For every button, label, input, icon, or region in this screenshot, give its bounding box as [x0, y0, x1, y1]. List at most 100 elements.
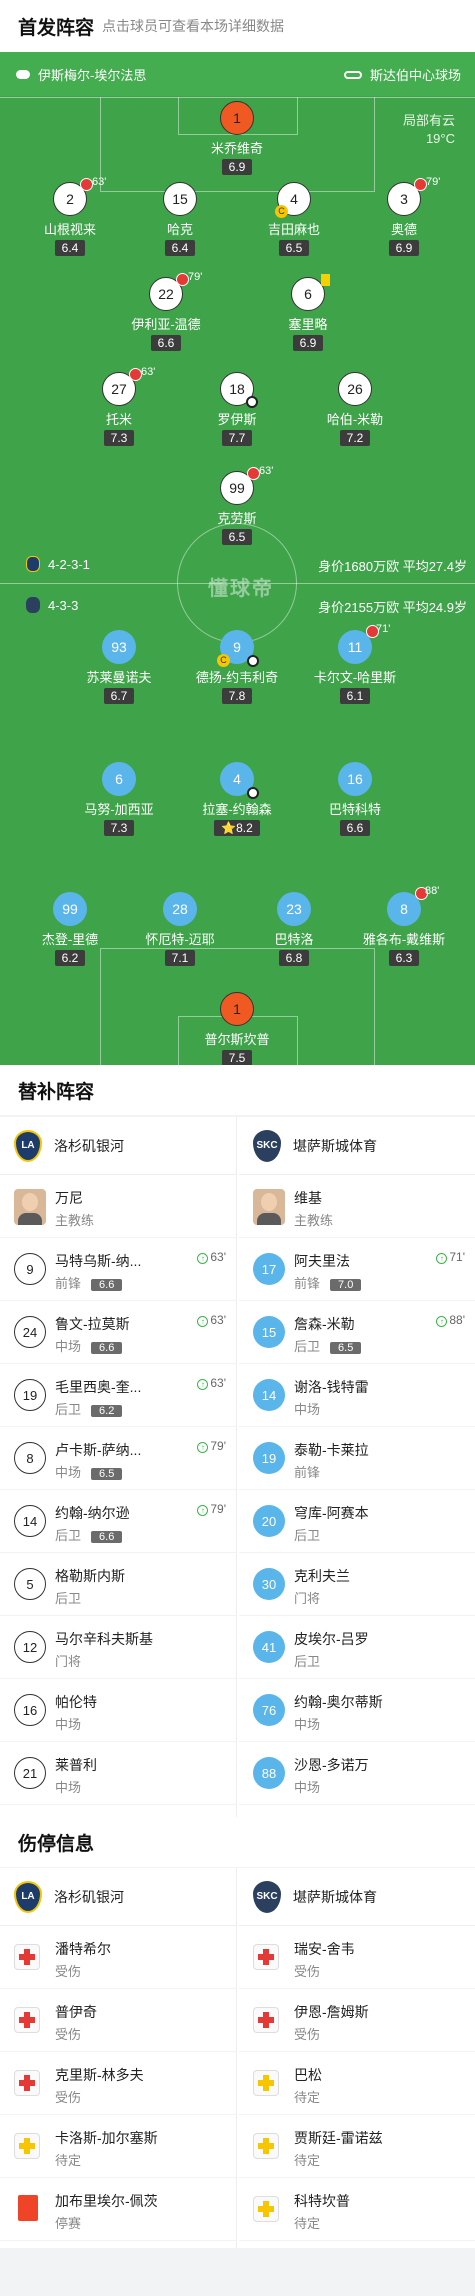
player-card[interactable]: 2 63' 山根视来 6.4 [15, 176, 125, 257]
pitch: 伊斯梅尔-埃尔法思 斯达伯中心球场 局部有云 19°C 4-2-3-1 身价168… [0, 52, 475, 1065]
player-card[interactable]: 4 C 吉田麻也 6.5 [239, 182, 349, 257]
goal-ball-icon [247, 655, 259, 667]
coach-row[interactable]: 万尼 主教练 [0, 1175, 236, 1238]
galaxy-crest-icon: LA [14, 1129, 42, 1162]
injury-row[interactable]: 普伊奇 受伤 [0, 1989, 236, 2052]
player-card[interactable]: 23 巴特洛 6.8 [239, 892, 349, 967]
sub-player-row[interactable]: 19 毛里西奥-奎... 后卫 6.2 ↑ 63' [0, 1364, 236, 1427]
player-card[interactable]: 22 79' 伊利亚-温德 6.6 [111, 271, 221, 352]
column-divider [236, 1868, 237, 2248]
sub-player-row[interactable]: 76 约翰-奥尔蒂斯 中场 [239, 1679, 475, 1742]
injury-row[interactable]: 巴松 待定 [239, 2052, 475, 2115]
galaxy-crest-icon [26, 556, 40, 572]
player-card[interactable]: 4 拉塞-约翰森 ⭐8.2 [182, 762, 292, 837]
subs-away-column: SKC 堪萨斯城体育 维基 主教练 17 阿夫里法 前锋 7.0 ↑ 71' 15 詹森-米勒 后卫 6… [239, 1117, 475, 1805]
injury-medkit-icon [253, 2007, 279, 2033]
sub-in-icon: ↑ [436, 1253, 448, 1264]
player-name: 伊恩-詹姆斯 [294, 2004, 369, 2020]
player-name: 科特坎普 [294, 2193, 350, 2209]
sub-player-row[interactable]: 9 马特乌斯-纳... 前锋 6.6 ↑ 63' [0, 1238, 236, 1301]
sub-player-row[interactable]: 88 沙恩-多诺万 中场 [239, 1742, 475, 1805]
injury-status: 待定 [294, 2090, 321, 2105]
injury-medkit-icon [14, 2007, 40, 2033]
sub-player-row[interactable]: 19 泰勒-卡莱拉 前锋 [239, 1427, 475, 1490]
sub-player-row[interactable]: 20 穹库-阿赛本 后卫 [239, 1490, 475, 1553]
player-card[interactable]: 1 米乔维奇 6.9 [182, 101, 292, 176]
player-name: 泰勒-卡莱拉 [294, 1442, 369, 1458]
player-name: 哈克 [166, 222, 193, 237]
sporting-crest-icon: SKC [253, 1129, 281, 1162]
injury-row[interactable]: 科特坎普 待定 [239, 2178, 475, 2241]
player-position: 后卫 [55, 1591, 82, 1606]
player-card[interactable]: 3 79' 奥德 6.9 [349, 176, 459, 257]
player-card[interactable]: 28 怀厄特-迈耶 7.1 [125, 892, 235, 967]
sub-player-row[interactable]: 5 格勒斯内斯 后卫 [0, 1553, 236, 1616]
shirt-number: 21 [14, 1757, 46, 1789]
sub-player-row[interactable]: 21 莱普利 中场 [0, 1742, 236, 1805]
player-name: 谢洛-钱特雷 [294, 1379, 369, 1395]
player-name: 瑞安-舍韦 [294, 1941, 355, 1957]
player-rating: 6.6 [339, 820, 371, 836]
home-formation-text: 4-2-3-1 [48, 556, 90, 572]
temperature: 19°C [425, 131, 455, 146]
player-rating: 6.2 [54, 950, 86, 966]
sub-player-row[interactable]: 12 马尔辛科夫斯基 门将 [0, 1616, 236, 1679]
player-card[interactable]: 16 巴特科特 6.6 [300, 762, 410, 837]
player-card[interactable]: 26 哈伯-米勒 7.2 [300, 372, 410, 447]
injury-row[interactable]: 克里斯-林多夫 受伤 [0, 2052, 236, 2115]
weather-info: 局部有云 19°C [403, 112, 455, 148]
player-rating: 6.7 [103, 688, 135, 704]
player-name: 克劳斯 [217, 511, 257, 526]
shirt-number: 76 [253, 1694, 285, 1726]
injury-status: 受伤 [55, 2090, 82, 2105]
player-rating: 6.5 [91, 1468, 123, 1480]
player-card[interactable]: 27 63' 托米 7.3 [64, 366, 174, 447]
injury-row[interactable]: 加布里埃尔-佩茨 停赛 [0, 2178, 236, 2241]
coach-avatar [14, 1189, 46, 1225]
injury-row[interactable]: 贾斯廷-雷诺兹 待定 [239, 2115, 475, 2178]
player-name: 奥德 [390, 222, 417, 237]
sub-player-row[interactable]: 30 克利夫兰 门将 [239, 1553, 475, 1616]
player-card[interactable]: 99 杰登-里德 6.2 [15, 892, 125, 967]
player-card[interactable]: 6 马努-加西亚 7.3 [64, 762, 174, 837]
injury-row[interactable]: 卡洛斯-加尔塞斯 待定 [0, 2115, 236, 2178]
player-position: 门将 [294, 1591, 321, 1606]
player-card[interactable]: 8 88' 雅各布-戴维斯 6.3 [349, 885, 459, 967]
sub-player-row[interactable]: 14 谢洛-钱特雷 中场 [239, 1364, 475, 1427]
shirt-number: 6 [291, 274, 330, 311]
shirt-number: 27 63' [102, 366, 155, 406]
coach-row[interactable]: 维基 主教练 [239, 1175, 475, 1238]
sub-player-row[interactable]: 24 鲁文-拉莫斯 中场 6.6 ↑ 63' [0, 1301, 236, 1364]
sub-player-row[interactable]: 16 帕伦特 中场 [0, 1679, 236, 1742]
player-card[interactable]: 11 71' 卡尔文-哈里斯 6.1 [300, 623, 410, 705]
player-rating: 6.3 [388, 950, 420, 966]
doubtful-medkit-icon [253, 2070, 279, 2096]
sub-player-row[interactable]: 8 卢卡斯-萨纳... 中场 6.5 ↑ 79' [0, 1427, 236, 1490]
stadium-name: 斯达伯中心球场 [369, 68, 461, 83]
sub-player-row[interactable]: 17 阿夫里法 前锋 7.0 ↑ 71' [239, 1238, 475, 1301]
shirt-number: 9 [14, 1253, 46, 1285]
injury-row[interactable]: 潘特希尔 受伤 [0, 1926, 236, 1989]
player-card[interactable]: 99 63' 克劳斯 6.5 [182, 465, 292, 546]
player-card[interactable]: 6 塞里略 6.9 [253, 274, 363, 352]
sub-player-row[interactable]: 15 詹森-米勒 后卫 6.5 ↑ 88' [239, 1301, 475, 1364]
shirt-number: 2 63' [53, 176, 106, 216]
injury-row[interactable]: 瑞安-舍韦 受伤 [239, 1926, 475, 1989]
player-card[interactable]: 93 苏莱曼诺夫 6.7 [64, 630, 174, 705]
shirt-number: 19 [14, 1379, 46, 1411]
watermark: 懂球帝 [208, 578, 274, 600]
injury-row[interactable]: 伊恩-詹姆斯 受伤 [239, 1989, 475, 2052]
sub-player-row[interactable]: 41 皮埃尔-吕罗 后卫 [239, 1616, 475, 1679]
sub-player-row[interactable]: 14 约翰-纳尔逊 后卫 6.6 ↑ 79' [0, 1490, 236, 1553]
player-card[interactable]: 9 C 德扬-约韦利奇 7.8 [182, 630, 292, 705]
player-card[interactable]: 1 普尔斯坎普 7.5 [182, 992, 292, 1065]
sub-in-icon: ↑ [197, 1316, 209, 1327]
player-name: 山根视来 [43, 222, 96, 237]
player-card[interactable]: 15 哈克 6.4 [125, 182, 235, 257]
captain-icon: C [275, 205, 288, 218]
player-name: 托米 [105, 412, 132, 427]
player-name: 维基 [294, 1190, 322, 1206]
player-card[interactable]: 18 罗伊斯 7.7 [182, 372, 292, 447]
shirt-number: 12 [14, 1631, 46, 1663]
player-rating: 6.4 [164, 240, 196, 256]
